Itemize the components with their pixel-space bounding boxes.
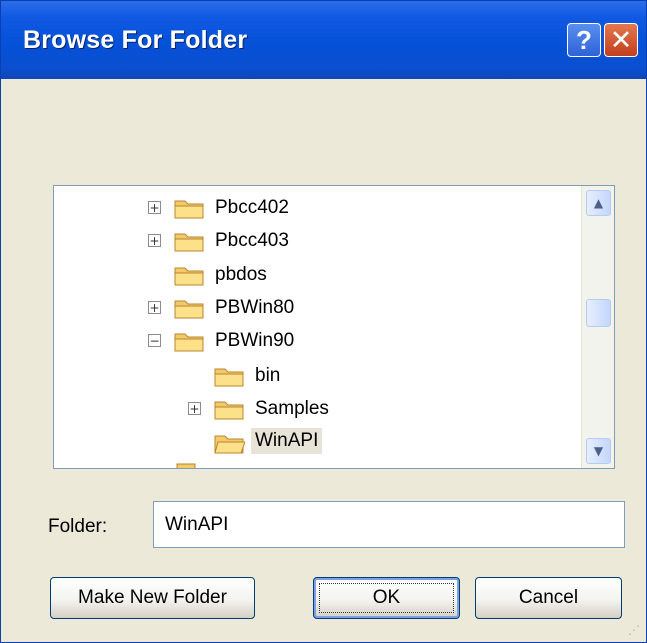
scroll-thumb[interactable] [586, 299, 611, 327]
chevron-down-icon: ▼ [593, 444, 604, 458]
tree-item-label: PBWin80 [215, 297, 295, 318]
tree-item-winapi[interactable]: WinAPI [54, 428, 581, 458]
expand-icon[interactable]: + [148, 201, 161, 214]
title-bar[interactable]: Browse For Folder ? ✕ [1, 1, 646, 79]
expand-icon[interactable]: + [188, 402, 201, 415]
make-new-folder-label: Make New Folder [78, 587, 227, 608]
tree-item-pbwin80[interactable]: + PBWin80 [54, 293, 581, 323]
folder-icon [174, 200, 204, 219]
ok-label: OK [372, 587, 401, 608]
ok-button[interactable]: OK [313, 577, 460, 619]
folder-icon [214, 401, 244, 420]
tree-item-label: bin [255, 365, 281, 386]
make-new-folder-button[interactable]: Make New Folder [50, 577, 255, 619]
tree-item-bin[interactable]: bin [54, 361, 581, 391]
close-button[interactable]: ✕ [604, 23, 638, 57]
tree-item-samples[interactable]: + Samples [54, 394, 581, 424]
folder-tree[interactable]: + Pbcc402 + Pbcc403 pbdos + PBWin80 − PB… [53, 185, 615, 469]
browse-for-folder-dialog: Browse For Folder ? ✕ + Pbcc402 + Pbcc40… [0, 0, 647, 643]
tree-item-label-selected: WinAPI [251, 428, 323, 454]
folder-icon [174, 333, 204, 352]
expand-icon[interactable]: + [148, 234, 161, 247]
folder-icon [174, 267, 204, 286]
tree-item-label: Pbcc403 [215, 230, 289, 251]
expand-icon[interactable]: + [148, 301, 161, 314]
tree-item-label: PBWin90 [215, 330, 295, 351]
tree-item-label: Pbcc402 [215, 197, 289, 218]
folder-icon [214, 368, 244, 387]
cancel-label: Cancel [518, 587, 579, 608]
help-icon: ? [576, 24, 592, 55]
open-folder-icon [214, 435, 245, 454]
close-icon: ✕ [609, 24, 633, 56]
cancel-button[interactable]: Cancel [475, 577, 622, 619]
folder-icon [174, 300, 204, 319]
scroll-down-button[interactable]: ▼ [586, 438, 611, 464]
tree-item-pbcc402[interactable]: + Pbcc402 [54, 193, 581, 223]
help-button[interactable]: ? [567, 23, 601, 57]
tree-item-label: pbdos [215, 264, 267, 285]
chevron-up-icon: ▲ [593, 196, 604, 210]
folder-icon [176, 463, 196, 468]
window-title: Browse For Folder [23, 26, 248, 54]
tree-item-pbcc403[interactable]: + Pbcc403 [54, 226, 581, 256]
resize-grip-icon[interactable]: ⋰ [628, 623, 643, 638]
tree-item-label: Samples [255, 398, 329, 419]
folder-icon [174, 233, 204, 252]
scroll-up-button[interactable]: ▲ [586, 190, 611, 216]
folder-input[interactable] [153, 501, 625, 548]
tree-item-pbdos[interactable]: pbdos [54, 260, 581, 290]
collapse-icon[interactable]: − [148, 334, 161, 347]
folder-label: Folder: [48, 516, 108, 537]
tree-item-pbwin90[interactable]: − PBWin90 [54, 326, 581, 356]
vertical-scrollbar[interactable]: ▲ ▼ [581, 186, 614, 468]
